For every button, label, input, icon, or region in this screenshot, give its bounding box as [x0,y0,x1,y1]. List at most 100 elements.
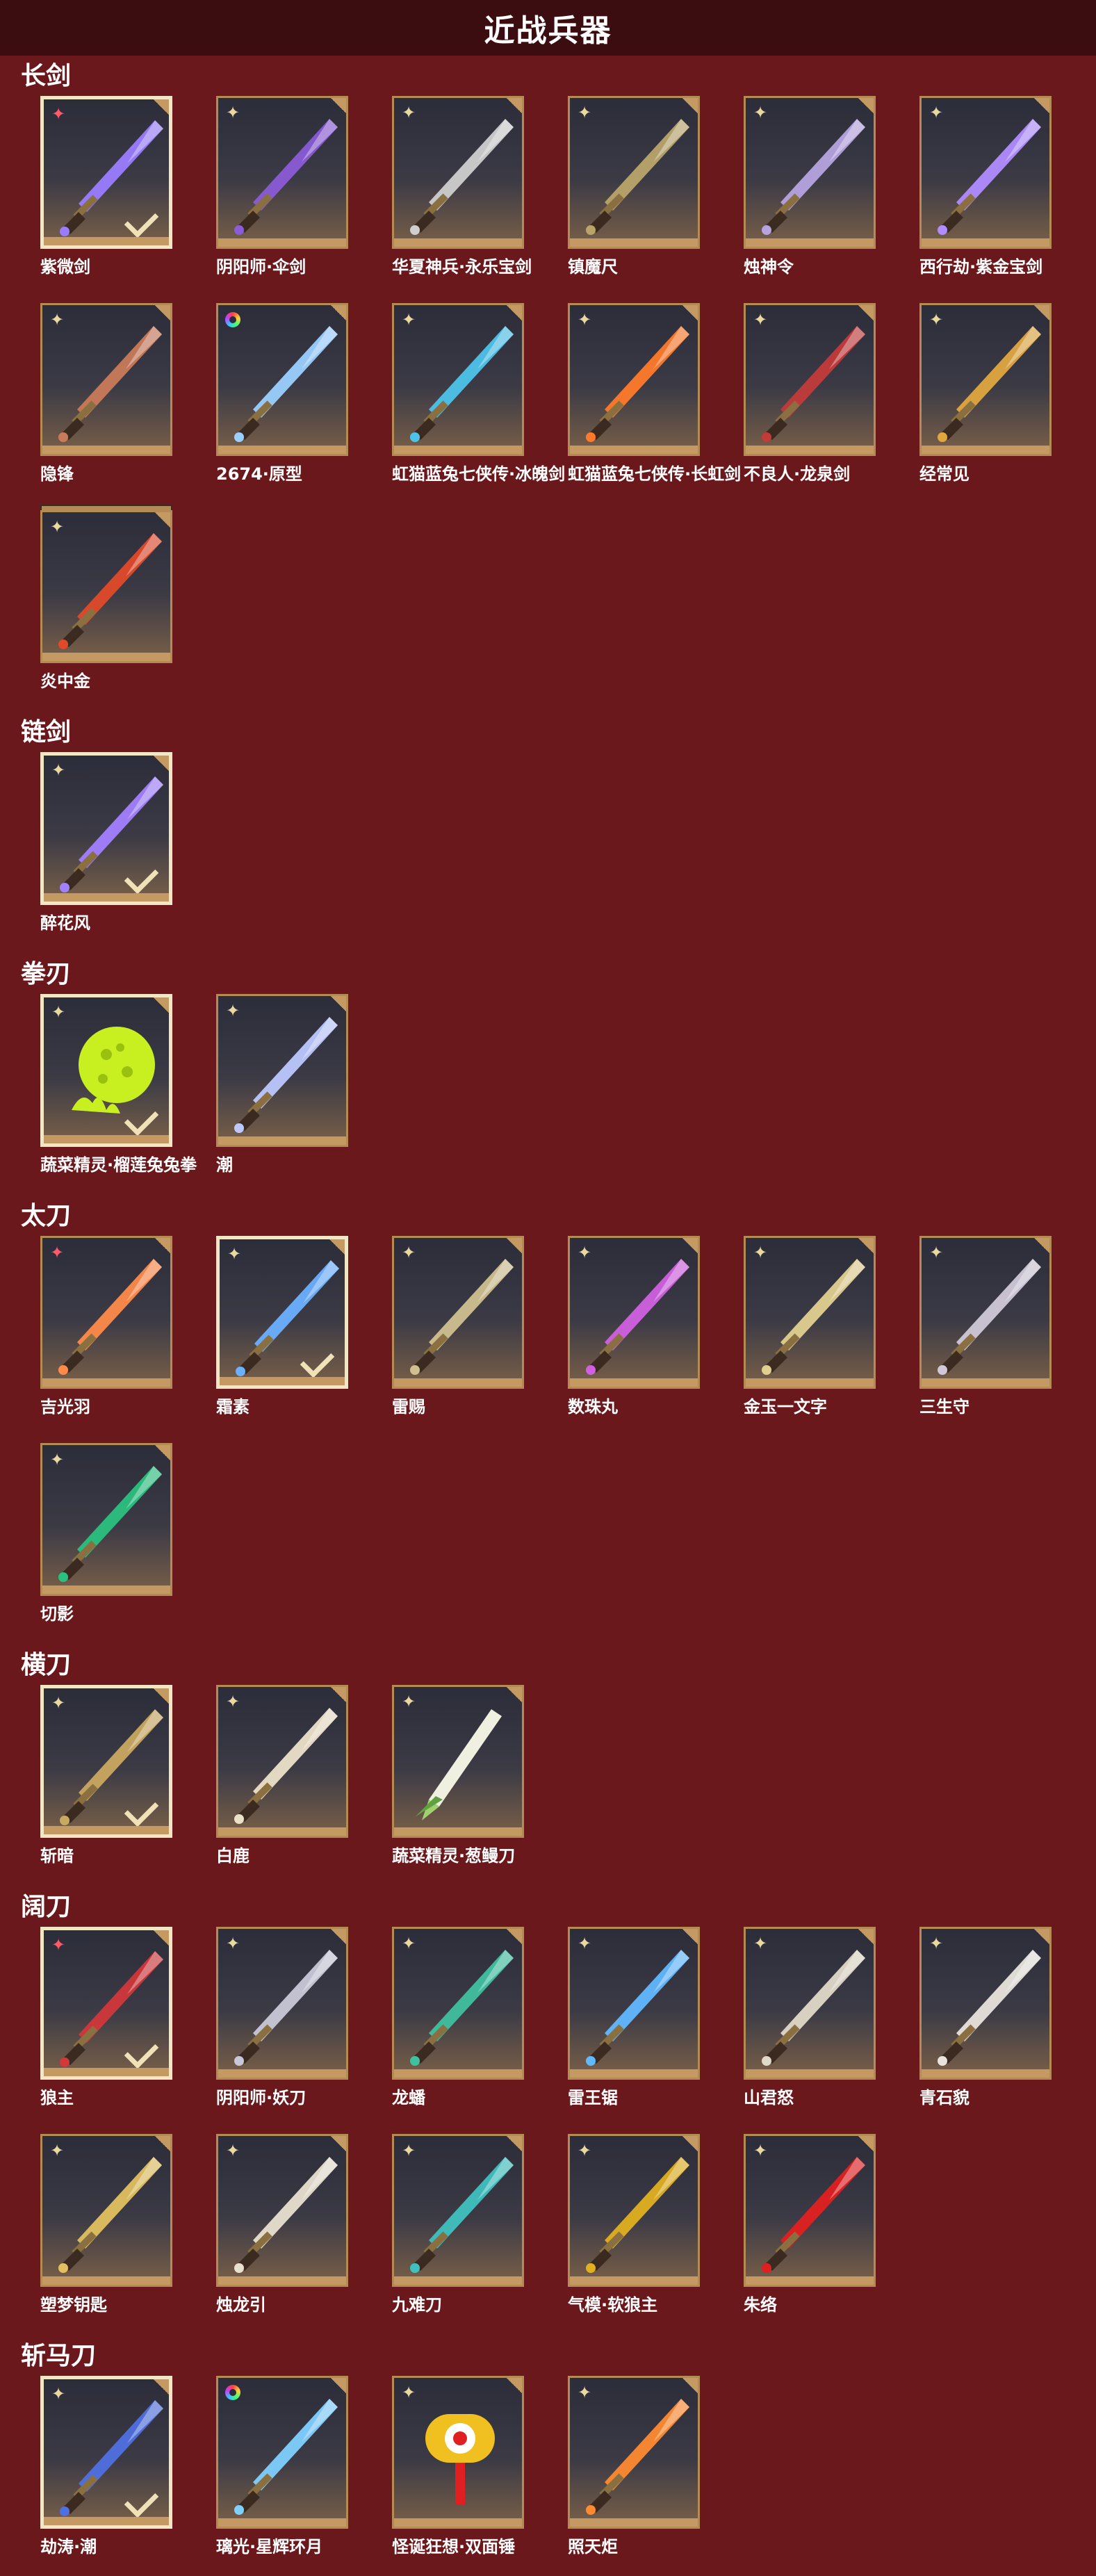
category-label: 长剑 [21,62,72,90]
sword-icon [58,533,162,649]
weapon-name: 阴阳师·妖刀 [216,2088,306,2108]
weapon-card[interactable]: ✦ 怪诞狂想·双面锤 [392,2376,569,2576]
katana-icon [938,1259,1041,1375]
weapon-slot[interactable]: ✦ [568,303,700,456]
weapon-card[interactable]: ✦ 山君怒 [744,1927,920,2127]
weapon-slot[interactable]: ✦ [568,96,700,249]
weapon-slot[interactable]: ✦ [40,1236,172,1389]
weapon-slot[interactable]: ✦ [392,96,524,249]
weapon-card[interactable]: ✦ 数珠丸 [568,1236,744,1436]
weapon-name: 气模·软狼主 [568,2295,658,2315]
gold-star-rarity-icon: ✦ [225,1692,240,1711]
weapon-card[interactable]: ✦ 狼主 [40,1927,217,2127]
weapon-card[interactable]: ✦ 朱络 [744,2134,920,2334]
weapon-card[interactable]: ✦ 华夏神兵·永乐宝剑 [392,96,569,296]
weapon-slot[interactable]: ✦ [744,96,876,249]
weapon-slot[interactable]: ✦ [919,1236,1052,1389]
weapon-card[interactable]: ✦ 醉花风 [40,752,217,952]
weapon-card[interactable]: ✦ 金玉一文字 [744,1236,920,1436]
weapon-card[interactable]: ✦ 九难刀 [392,2134,569,2334]
gold-star-rarity-icon: ✦ [577,103,592,122]
weapon-slot[interactable]: ✦ [392,1927,524,2080]
weapon-slot[interactable]: ✦ [40,994,172,1147]
weapon-name: 雷赐 [392,1397,425,1417]
weapon-card[interactable]: ✦ 经常见 [919,303,1096,503]
weapon-slot[interactable]: ✦ [392,2134,524,2287]
weapon-slot[interactable]: ✦ [40,752,172,905]
weapon-slot[interactable]: ✦ [919,96,1052,249]
gold-star-rarity-icon: ✦ [49,517,65,537]
page-title: 近战兵器 [0,0,1096,56]
weapon-slot[interactable]: ✦ [392,2376,524,2529]
weapon-slot[interactable]: ✦ [40,96,172,249]
weapon-name: 紫微剑 [40,257,90,277]
weapon-slot[interactable]: ✦ [216,1685,348,1838]
weapon-card[interactable]: ✦ 虹猫蓝兔七侠传·长虹剑 [568,303,744,503]
weapon-card[interactable]: ✦ 三生守 [919,1236,1096,1436]
weapon-card[interactable]: ✦ 吉光羽 [40,1236,217,1436]
weapon-card[interactable]: ✦ 斩暗 [40,1685,217,1885]
weapon-slot[interactable]: ✦ [568,1236,700,1389]
weapon-slot[interactable]: ✦ [40,1927,172,2080]
weapon-card[interactable]: ✦ 气模·软狼主 [568,2134,744,2334]
weapon-slot[interactable]: ✦ [40,510,172,663]
weapon-name: 潮 [216,1155,233,1175]
katana-icon [410,1259,514,1375]
weapon-slot[interactable]: ✦ [216,994,348,1147]
weapon-card[interactable]: ✦ 霜素 [216,1236,393,1436]
weapon-slot[interactable]: ✦ [216,1236,348,1389]
weapon-slot[interactable]: ✦ [919,303,1052,456]
weapon-slot[interactable]: ✦ [744,1236,876,1389]
weapon-card[interactable]: ✦ 蔬菜精灵·葱鳗刀 [392,1685,569,1885]
gold-star-rarity-icon: ✦ [929,103,944,122]
weapon-card[interactable]: 2674·原型 [216,303,393,503]
weapon-card[interactable]: ✦ 雷王锯 [568,1927,744,2127]
weapon-slot[interactable]: ✦ [568,2376,700,2529]
weapon-card[interactable]: ✦ 西行劫·紫金宝剑 [919,96,1096,296]
weapon-card[interactable]: ✦ 照天炬 [568,2376,744,2576]
weapon-card[interactable]: ✦ 镇魔尺 [568,96,744,296]
weapon-card[interactable]: ✦ 青石貌 [919,1927,1096,2127]
weapon-card[interactable]: ✦ 塑梦钥匙 [40,2134,217,2334]
weapon-card[interactable]: ✦ 白鹿 [216,1685,393,1885]
weapon-card[interactable]: ✦ 阴阳师·妖刀 [216,1927,393,2127]
weapon-card[interactable]: ✦ 雷赐 [392,1236,569,1436]
weapon-slot[interactable]: ✦ [216,96,348,249]
weapon-slot[interactable] [216,2376,348,2529]
weapon-card[interactable]: ✦ 烛神令 [744,96,920,296]
weapon-slot[interactable]: ✦ [568,1927,700,2080]
weapon-name: 镇魔尺 [568,257,618,277]
weapon-slot[interactable]: ✦ [392,1236,524,1389]
weapon-slot[interactable] [216,303,348,456]
hammer-icon [425,2414,495,2504]
weapon-card[interactable]: ✦ 不良人·龙泉剑 [744,303,920,503]
weapon-card[interactable]: ✦ 炎中金 [40,510,217,710]
weapon-card[interactable]: ✦ 烛龙引 [216,2134,393,2334]
weapon-slot[interactable]: ✦ [744,1927,876,2080]
weapon-slot[interactable]: ✦ [40,2134,172,2287]
weapon-slot[interactable]: ✦ [40,303,172,456]
weapon-card[interactable]: ✦ 劫涛·潮 [40,2376,217,2576]
weapon-card[interactable]: ✦ 紫微剑 [40,96,217,296]
weapon-slot[interactable]: ✦ [40,2376,172,2529]
weapon-card[interactable]: 璃光·星辉环月 [216,2376,393,2576]
weapon-card[interactable]: ✦ 虹猫蓝兔七侠传·冰魄剑 [392,303,569,503]
weapon-slot[interactable]: ✦ [744,2134,876,2287]
weapon-slot[interactable]: ✦ [392,303,524,456]
weapon-slot[interactable]: ✦ [919,1927,1052,2080]
weapon-card[interactable]: ✦ 切影 [40,1443,217,1643]
weapon-card[interactable]: ✦ 隐锋 [40,303,217,503]
weapon-slot[interactable]: ✦ [744,303,876,456]
weapon-card[interactable]: ✦ 阴阳师·伞剑 [216,96,393,296]
weapon-slot[interactable]: ✦ [568,2134,700,2287]
weapon-slot[interactable]: ✦ [40,1443,172,1596]
weapon-slot[interactable]: ✦ [392,1685,524,1838]
weapon-card[interactable]: ✦ 潮 [216,994,393,1194]
weapon-card[interactable]: ✦ 蔬菜精灵·榴莲兔兔拳 [40,994,217,1194]
gold-star-rarity-icon: ✦ [401,103,416,122]
weapon-card[interactable]: ✦ 龙蟠 [392,1927,569,2127]
weapon-slot[interactable]: ✦ [216,2134,348,2287]
weapon-slot[interactable]: ✦ [216,1927,348,2080]
weapon-slot[interactable]: ✦ [40,1685,172,1838]
weapon-name: 烛龙引 [216,2295,266,2315]
